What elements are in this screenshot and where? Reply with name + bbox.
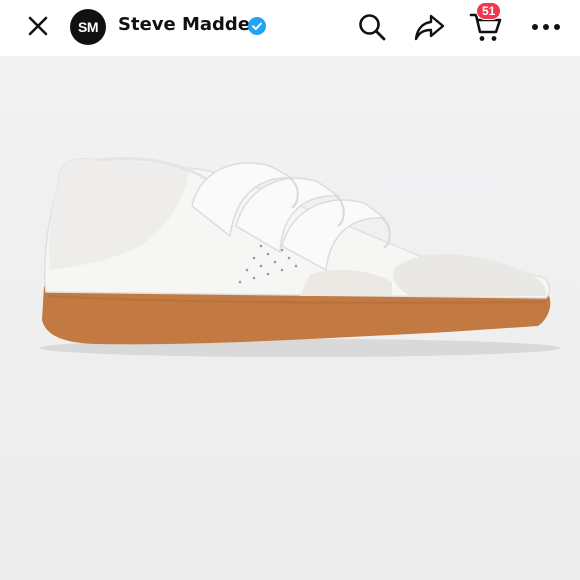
close-button[interactable] bbox=[22, 10, 54, 42]
store-name[interactable]: Steve Madden bbox=[118, 14, 263, 35]
share-button[interactable] bbox=[412, 9, 448, 45]
more-dots-icon bbox=[532, 24, 560, 30]
more-button[interactable] bbox=[526, 9, 566, 45]
product-image[interactable] bbox=[0, 56, 580, 580]
search-icon bbox=[359, 14, 386, 41]
verified-check-icon bbox=[248, 17, 266, 35]
white-velcro-sneaker-icon bbox=[40, 157, 560, 357]
store-avatar[interactable]: SM bbox=[70, 9, 106, 45]
close-icon bbox=[28, 16, 48, 36]
cart-count-badge: 51 bbox=[476, 2, 502, 20]
share-arrow-icon bbox=[414, 14, 445, 41]
top-bar: SM Steve Madden 51 bbox=[0, 0, 580, 56]
search-button[interactable] bbox=[354, 9, 390, 45]
